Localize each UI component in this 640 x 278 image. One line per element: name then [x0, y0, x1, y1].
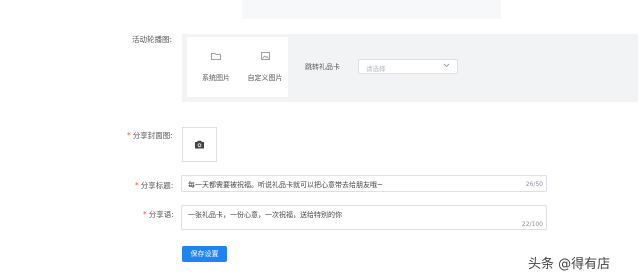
gift-card-link-label: 跳转礼品卡 [305, 63, 340, 71]
folder-icon [211, 53, 221, 60]
share-text-count: 22/100 [521, 221, 543, 228]
camera-icon [195, 140, 204, 149]
cover-upload[interactable] [182, 127, 217, 162]
image-icon [260, 52, 270, 60]
carousel-label: 活动轮播图: [132, 35, 173, 44]
custom-image-label: 自定义图片 [247, 74, 283, 82]
cover-label: * 分享封面图: [127, 131, 173, 140]
gift-card-select[interactable]: 请选择 [358, 59, 458, 74]
required-mark: * [143, 210, 147, 219]
watermark: 头条 @得有店 [528, 257, 611, 272]
chevron-down-icon [443, 63, 450, 68]
share-title-count: 26/50 [525, 181, 543, 188]
share-title-value: 每一天都需要被祝福。听说礼品卡就可以把心意带去给朋友哦~ [188, 181, 383, 189]
share-title-input[interactable]: 每一天都需要被祝福。听说礼品卡就可以把心意带去给朋友哦~ 26/50 [181, 175, 547, 192]
image-source-card: 系统图片 自定义图片 [187, 37, 288, 97]
select-placeholder: 请选择 [366, 65, 386, 73]
system-image-label: 系统图片 [202, 74, 230, 82]
system-image-option[interactable]: 系统图片 [193, 52, 239, 84]
custom-image-option[interactable]: 自定义图片 [242, 52, 288, 84]
required-mark: * [127, 131, 131, 140]
carousel-panel: 系统图片 自定义图片 跳转礼品卡 请选择 [182, 34, 638, 102]
share-text-textarea[interactable]: 一张礼品卡，一份心意，一次祝福，送给特别的你 22/100 [181, 205, 547, 230]
required-mark: * [135, 181, 139, 190]
share-text-value: 一张礼品卡，一份心意，一次祝福，送给特别的你 [188, 211, 342, 219]
top-preview-strip [242, 0, 501, 19]
share-title-label: * 分享标题: [135, 181, 174, 190]
save-button[interactable]: 保存设置 [182, 246, 227, 262]
share-text-label: * 分享语: [143, 210, 174, 219]
